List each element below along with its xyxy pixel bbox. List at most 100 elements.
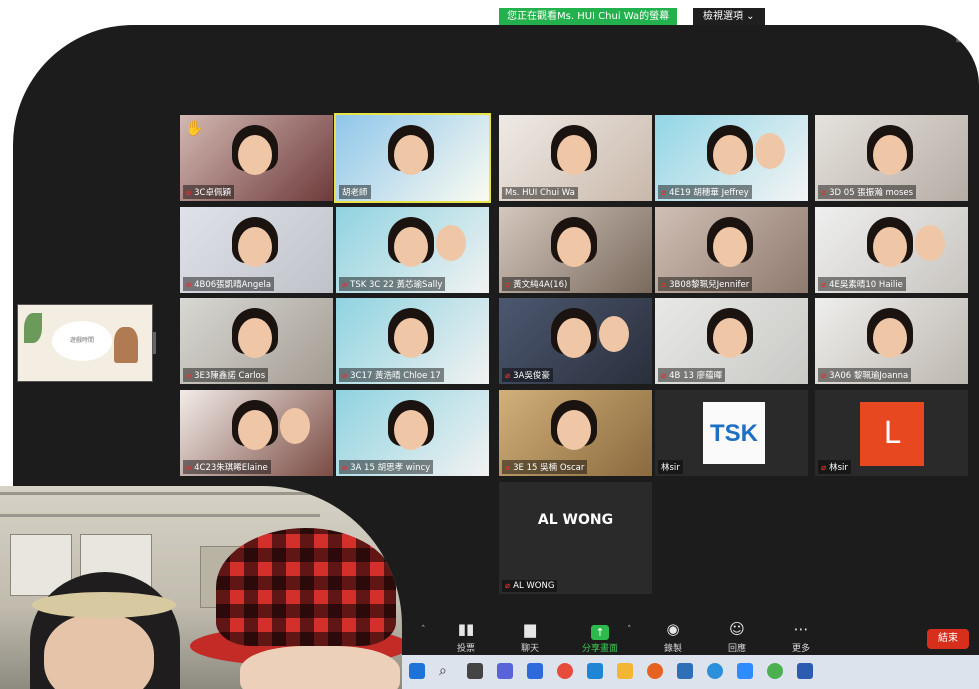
mic-muted-icon: ⌀ (186, 371, 192, 381)
mic-muted-icon: ⌀ (342, 463, 348, 473)
grid-view-icon[interactable]: ▦ (956, 33, 965, 44)
participant-name: 黃文純4A(16) (513, 280, 568, 290)
chat-button[interactable]: ▆ 聊天 (503, 620, 557, 656)
chevron-up-icon[interactable]: ˄ (421, 625, 426, 635)
search-icon[interactable]: ⌕ (439, 663, 455, 679)
participant-tile[interactable]: ⌀ 3B08黎珮兒Jennifer (655, 207, 808, 293)
reactions-button[interactable]: ☺ 回應 (710, 620, 764, 656)
firefox-icon[interactable] (647, 663, 663, 679)
participant-tile[interactable]: AL WONG ⌀ AL WONG (499, 482, 652, 594)
participant-name-label: ⌀ 3C卓佩穎 (183, 185, 234, 199)
participant-name-label: ⌀ 3B08黎珮兒Jennifer (658, 277, 753, 291)
record-button[interactable]: ◉ 錄製 (646, 620, 700, 656)
view-options-button[interactable]: 檢視選項 ⌄ (693, 8, 765, 25)
mic-muted-icon: ⌀ (342, 371, 348, 381)
raise-hand-icon: ✋ (185, 119, 204, 137)
teams-icon[interactable] (497, 663, 513, 679)
poll-button[interactable]: ▮▮ 投票 (439, 620, 493, 656)
share-screen-button[interactable]: ↑ 分享畫面 (573, 623, 627, 656)
participant-name: 3E 15 吳楠 Oscar (513, 463, 585, 473)
slide-caption: 遊戲時間 (52, 321, 112, 361)
participant-tile[interactable]: ⌀ 3E3陳鑫諾 Carlos (180, 298, 333, 384)
mic-muted-icon: ⌀ (661, 371, 667, 381)
mic-muted-icon: ⌀ (821, 371, 827, 381)
participant-tile[interactable]: ⌀ 4C23朱琪晞Elaine (180, 390, 333, 476)
participant-name-label: ⌀ 4E吳素晴10 Hailie (818, 277, 906, 291)
participant-name: 4B06張凱晴Angela (194, 280, 272, 290)
shared-slide-thumbnail[interactable]: 遊戲時間 (17, 304, 153, 382)
participant-tile[interactable]: ⌀ TSK 3C 22 黃芯瑜Sally (336, 207, 489, 293)
participant-tile[interactable]: TSK 林sir (655, 390, 808, 476)
start-icon[interactable] (409, 663, 425, 679)
participant-tile[interactable]: L ⌀ 林sir (815, 390, 968, 476)
participant-tile[interactable]: ⌀ 3D 05 張振瀚 moses (815, 115, 968, 201)
chrome-icon[interactable] (557, 663, 573, 679)
participant-name: 林sir (661, 463, 680, 473)
participant-tile[interactable]: ⌀ 3C17 黃浩晴 Chloe 17 (336, 298, 489, 384)
participant-name: 3D 05 張振瀚 moses (829, 188, 914, 198)
participant-name-label: ⌀ 4C23朱琪晞Elaine (183, 460, 271, 474)
participant-tile[interactable]: ⌀ 4B 13 廖蘊暉 (655, 298, 808, 384)
participant-name: Ms. HUI Chui Wa (505, 188, 575, 198)
participant-tile[interactable]: ⌀ 黃文純4A(16) (499, 207, 652, 293)
task-view-icon[interactable] (467, 663, 483, 679)
participant-name-label: ⌀ 黃文純4A(16) (502, 277, 571, 291)
participant-name: AL WONG (513, 581, 555, 591)
mic-muted-icon: ⌀ (505, 371, 511, 381)
participant-name: 3C17 黃浩晴 Chloe 17 (350, 371, 441, 381)
mic-muted-icon: ⌀ (186, 280, 192, 290)
participant-tile[interactable]: ✋ ⌀ 3C卓佩穎 (180, 115, 333, 201)
participant-name-label: ⌀ AL WONG (502, 580, 558, 592)
end-meeting-button[interactable]: 結束 (927, 629, 969, 649)
participant-name: 3A吳俊豪 (513, 371, 550, 381)
zoom-icon[interactable] (737, 663, 753, 679)
participant-tile[interactable]: ⌀ 4B06張凱晴Angela (180, 207, 333, 293)
mic-muted-icon: ⌀ (821, 463, 827, 473)
participant-name: 4E吳素晴10 Hailie (829, 280, 903, 290)
more-button[interactable]: ⋯ 更多 (774, 622, 828, 656)
upload-arrow-icon: ↑ (591, 625, 609, 640)
word-icon[interactable] (797, 663, 813, 679)
panel-resize-handle[interactable] (153, 332, 156, 354)
participant-name-label: 胡老師 (339, 185, 371, 199)
chevron-up-icon[interactable]: ˄ (627, 625, 632, 635)
participant-tile[interactable]: 胡老師 (334, 113, 491, 203)
participant-name: 4B 13 廖蘊暉 (669, 371, 723, 381)
participant-name-label: 林sir (658, 460, 683, 474)
participant-tile[interactable]: Ms. HUI Chui Wa (499, 115, 652, 201)
letter-avatar: L (860, 402, 924, 466)
edge-icon[interactable] (707, 663, 723, 679)
participant-name-label: ⌀ 3A吳俊豪 (502, 368, 553, 382)
chrome-alt-icon[interactable] (767, 663, 783, 679)
chat-bubble-icon: ▆ (524, 620, 536, 638)
participant-name-label: ⌀ 3A 15 胡思孝 wincy (339, 460, 434, 474)
mic-muted-icon: ⌀ (505, 463, 511, 473)
participant-name-label: ⌀ 3D 05 張振瀚 moses (818, 185, 917, 199)
notes-icon[interactable] (677, 663, 693, 679)
record-dot-icon: ◉ (666, 620, 680, 638)
participant-name-label: ⌀ TSK 3C 22 黃芯瑜Sally (339, 277, 446, 291)
participant-tile[interactable]: ⌀ 3A吳俊豪 (499, 298, 652, 384)
mail-icon[interactable] (587, 663, 603, 679)
smile-plus-icon: ☺ (729, 620, 745, 638)
participant-name-label: ⌀ 3A06 黎珮瑜Joanna (818, 368, 912, 382)
participant-tile[interactable]: ⌀ 4E19 胡穗華 Jeffrey (655, 115, 808, 201)
participant-name-label: ⌀ 4B 13 廖蘊暉 (658, 368, 726, 382)
mic-muted-icon: ⌀ (661, 188, 667, 198)
share-notice-banner: 您正在觀看Ms. HUI Chui Wa的螢幕 (499, 8, 678, 25)
participant-name: 4E19 胡穗華 Jeffrey (669, 188, 749, 198)
chart-icon: ▮▮ (457, 620, 475, 638)
participant-tile[interactable]: ⌀ 3E 15 吳楠 Oscar (499, 390, 652, 476)
participant-tile[interactable]: ⌀ 4E吳素晴10 Hailie (815, 207, 968, 293)
participant-name: 胡老師 (342, 188, 368, 198)
participant-tile[interactable]: ⌀ 3A 15 胡思孝 wincy (336, 390, 489, 476)
participant-name-label: ⌀ 4B06張凱晴Angela (183, 277, 275, 291)
classroom-photo-overlay (0, 486, 402, 689)
mic-muted-icon: ⌀ (821, 188, 827, 198)
store-icon[interactable] (527, 663, 543, 679)
participant-tile[interactable]: ⌀ 3A06 黎珮瑜Joanna (815, 298, 968, 384)
folder-icon[interactable] (617, 663, 633, 679)
participant-name: 林sir (829, 463, 848, 473)
mic-muted-icon: ⌀ (342, 280, 348, 290)
participant-name-label: Ms. HUI Chui Wa (502, 187, 578, 199)
